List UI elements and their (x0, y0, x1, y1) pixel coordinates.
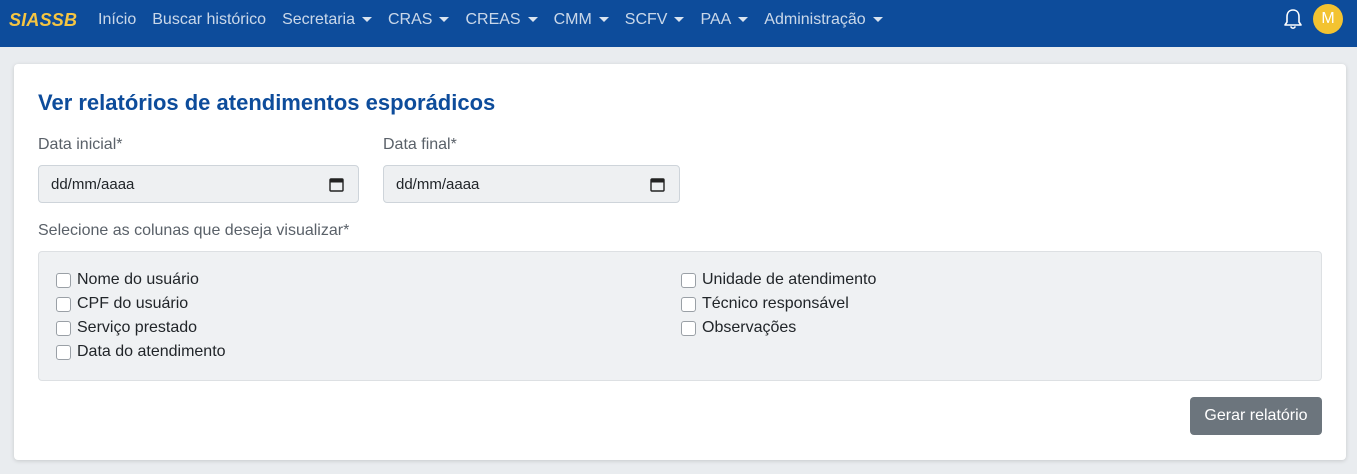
checkbox[interactable] (56, 272, 71, 288)
checkbox[interactable] (681, 272, 696, 288)
brand-logo[interactable]: SIASSB (9, 10, 77, 31)
column-option-servico-prestado[interactable]: Serviço prestado (56, 317, 197, 339)
checkbox[interactable] (56, 320, 71, 336)
column-option-label: Unidade de atendimento (702, 271, 877, 288)
nav-item-label: SCFV (624, 11, 668, 28)
nav-item-label: PAA (700, 11, 732, 28)
checkbox[interactable] (681, 296, 696, 312)
column-option-label: Serviço prestado (77, 319, 198, 336)
caret-down-icon (674, 16, 685, 22)
column-option-unidade-atendimento[interactable]: Unidade de atendimento (681, 269, 876, 291)
top-navbar: SIASSB Início Buscar histórico Secretari… (0, 0, 1357, 47)
column-option-nome-usuario[interactable]: Nome do usuário (56, 269, 199, 291)
nav-item-buscar-historico[interactable]: Buscar histórico (152, 11, 266, 29)
nav-menu: Início Buscar histórico Secretaria CRAS … (98, 0, 899, 40)
column-option-data-atendimento[interactable]: Data do atendimento (56, 341, 226, 363)
calendar-icon[interactable] (329, 177, 344, 192)
start-date-label: Data inicial* (38, 136, 123, 153)
column-option-label: CPF do usuário (77, 295, 189, 312)
caret-down-icon (872, 16, 883, 22)
caret-down-icon (527, 16, 538, 22)
nav-item-cras[interactable]: CRAS (388, 11, 450, 29)
report-card: Ver relatórios de atendimentos esporádic… (14, 64, 1346, 460)
column-option-tecnico-responsavel[interactable]: Técnico responsável (681, 293, 849, 315)
column-option-label: Nome do usuário (77, 271, 199, 288)
nav-item-creas[interactable]: CREAS (465, 11, 538, 29)
start-date-placeholder: dd/mm/aaaa (51, 175, 135, 193)
nav-item-label: Início (98, 11, 137, 28)
checkbox[interactable] (56, 344, 71, 360)
nav-item-cmm[interactable]: CMM (554, 11, 609, 29)
column-option-observacoes[interactable]: Observações (681, 317, 796, 339)
generate-report-button[interactable]: Gerar relatório (1190, 397, 1322, 435)
column-option-label: Observações (702, 319, 797, 336)
column-option-label: Data do atendimento (77, 343, 226, 360)
nav-item-scfv[interactable]: SCFV (625, 11, 685, 29)
nav-item-label: Administração (764, 11, 866, 28)
column-option-cpf-usuario[interactable]: CPF do usuário (56, 293, 188, 315)
nav-item-administracao[interactable]: Administração (764, 11, 883, 29)
nav-item-secretaria[interactable]: Secretaria (282, 11, 372, 29)
nav-item-paa[interactable]: PAA (700, 11, 749, 29)
nav-item-inicio[interactable]: Início (98, 11, 136, 29)
page-title: Ver relatórios de atendimentos esporádic… (38, 90, 496, 115)
nav-item-label: Buscar histórico (152, 11, 267, 28)
end-date-label: Data final* (383, 136, 457, 153)
checkbox[interactable] (56, 296, 71, 312)
column-option-label: Técnico responsável (702, 295, 849, 312)
checkbox[interactable] (681, 320, 696, 336)
nav-item-label: CRAS (388, 11, 433, 28)
caret-down-icon (439, 16, 450, 22)
end-date-placeholder: dd/mm/aaaa (396, 175, 480, 193)
caret-down-icon (362, 16, 372, 22)
nav-item-label: CMM (553, 11, 592, 28)
bell-icon[interactable] (1283, 8, 1303, 30)
end-date-input[interactable]: dd/mm/aaaa (383, 165, 680, 203)
start-date-input[interactable]: dd/mm/aaaa (38, 165, 359, 203)
caret-down-icon (738, 16, 749, 22)
columns-checkbox-group: Nome do usuário CPF do usuário Serviço p… (38, 251, 1322, 381)
avatar[interactable]: M (1313, 4, 1343, 34)
calendar-icon[interactable] (650, 177, 665, 192)
nav-item-label: CREAS (465, 11, 521, 28)
nav-item-label: Secretaria (282, 11, 355, 28)
columns-label: Selecione as colunas que deseja visualiz… (38, 222, 350, 239)
caret-down-icon (598, 16, 609, 22)
